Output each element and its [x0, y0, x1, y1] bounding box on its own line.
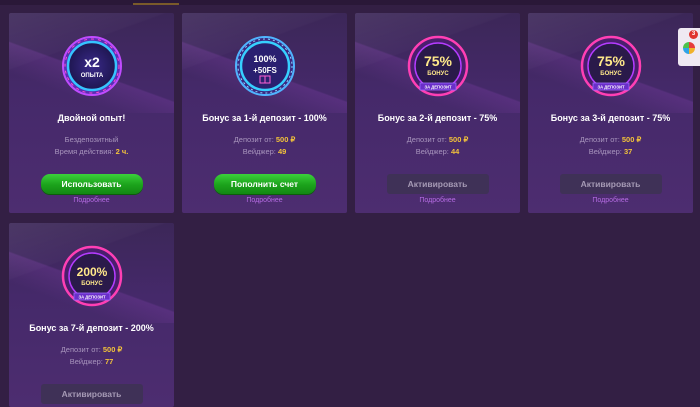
card-info: Депозит от: 500 ₽ Вейджер: 37 — [579, 135, 642, 156]
svg-text:ЗА ДЕПОЗИТ: ЗА ДЕПОЗИТ — [424, 85, 451, 90]
bonus-card-deposit-7: 200% БОНУС ЗА ДЕПОЗИТ Бонус за 7-й депоз… — [9, 223, 174, 407]
activate-button[interactable]: Активировать — [386, 174, 489, 194]
deposit-75-badge-icon: 75% БОНУС ЗА ДЕПОЗИТ — [580, 35, 642, 97]
wheel-of-fortune-widget[interactable]: 3 — [678, 28, 700, 66]
card-info: Бездепозитный Время действия: 2 ч. — [54, 135, 129, 156]
activate-button[interactable]: Активировать — [559, 174, 662, 194]
svg-text:+50FS: +50FS — [253, 66, 277, 75]
top-up-button[interactable]: Пополнить счет — [213, 174, 316, 194]
double-xp-badge-icon: x2 ОПЫТА — [61, 35, 123, 97]
card-title: Двойной опыт! — [57, 113, 126, 123]
card-title: Бонус за 2-й депозит - 75% — [377, 113, 498, 123]
wheel-of-fortune-icon — [683, 42, 695, 54]
card-info: Депозит от: 500 ₽ Вейджер: 77 — [60, 345, 123, 366]
more-link[interactable]: Подробнее — [182, 197, 347, 204]
bonus-card-deposit-3: 75% БОНУС ЗА ДЕПОЗИТ Бонус за 3-й депози… — [528, 13, 693, 213]
svg-text:75%: 75% — [423, 53, 452, 69]
svg-text:ОПЫТА: ОПЫТА — [80, 73, 103, 79]
svg-text:100%: 100% — [253, 54, 276, 64]
bonus-card-deposit-2: 75% БОНУС ЗА ДЕПОЗИТ Бонус за 2-й депози… — [355, 13, 520, 213]
svg-text:БОНУС: БОНУС — [600, 71, 622, 77]
card-title: Бонус за 7-й депозит - 200% — [29, 323, 154, 333]
deposit-100-badge-icon: 100% +50FS — [234, 35, 296, 97]
top-bar — [0, 0, 700, 5]
bonus-card-deposit-1: 100% +50FS Бонус за 1-й депозит - 100% Д… — [182, 13, 347, 213]
more-link[interactable]: Подробнее — [9, 197, 174, 204]
svg-text:200%: 200% — [76, 265, 107, 279]
deposit-200-badge-icon: 200% БОНУС ЗА ДЕПОЗИТ — [61, 245, 123, 307]
deposit-75-badge-icon: 75% БОНУС ЗА ДЕПОЗИТ — [407, 35, 469, 97]
svg-text:x2: x2 — [84, 54, 100, 70]
card-title: Бонус за 3-й депозит - 75% — [550, 113, 671, 123]
card-info: Депозит от: 500 ₽ Вейджер: 44 — [406, 135, 469, 156]
card-title: Бонус за 1-й депозит - 100% — [202, 113, 327, 123]
bonus-card-double-xp: x2 ОПЫТА Двойной опыт! Бездепозитный Вре… — [9, 13, 174, 213]
more-link[interactable]: Подробнее — [355, 197, 520, 204]
svg-text:ЗА ДЕПОЗИТ: ЗА ДЕПОЗИТ — [597, 85, 624, 90]
card-info: Депозит от: 500 ₽ Вейджер: 49 — [233, 135, 296, 156]
notification-count-badge: 3 — [689, 30, 698, 39]
svg-text:75%: 75% — [596, 53, 625, 69]
activate-button[interactable]: Активировать — [40, 384, 143, 404]
svg-text:БОНУС: БОНУС — [427, 71, 449, 77]
more-link[interactable]: Подробнее — [528, 197, 693, 204]
svg-text:БОНУС: БОНУС — [81, 281, 103, 287]
svg-text:ЗА ДЕПОЗИТ: ЗА ДЕПОЗИТ — [78, 295, 105, 300]
use-button[interactable]: Использовать — [40, 174, 143, 194]
active-tab-indicator — [133, 3, 179, 5]
